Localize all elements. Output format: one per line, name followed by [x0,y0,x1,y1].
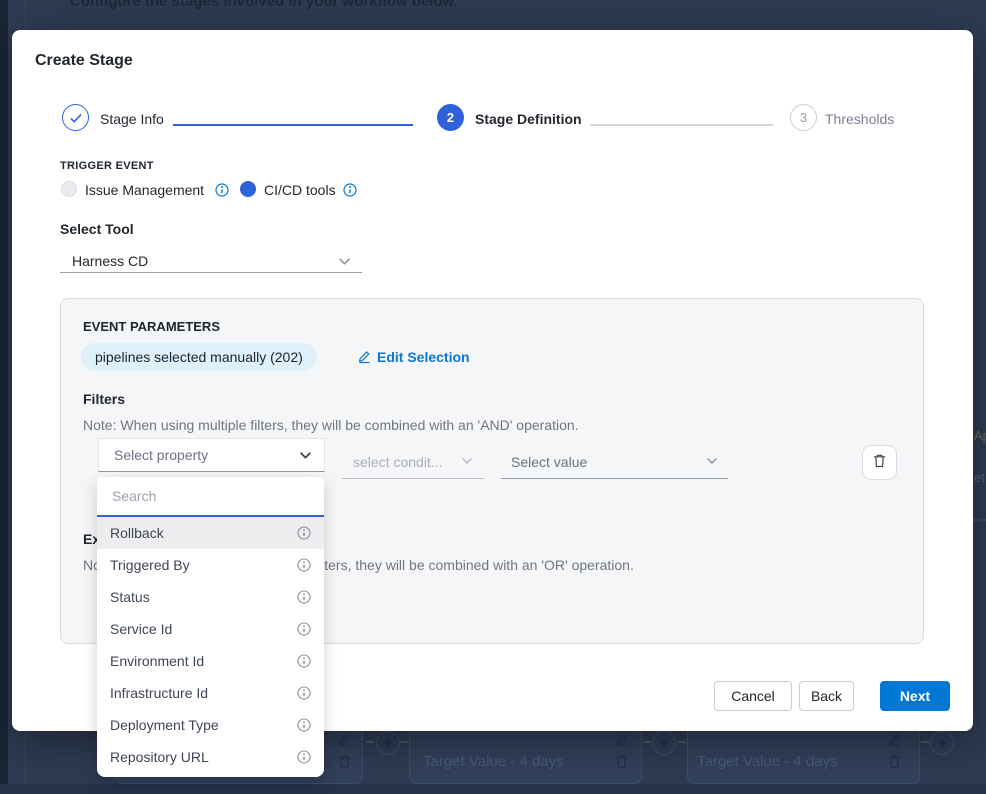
step-stage-info-label: Stage Info [100,111,164,127]
info-icon[interactable] [297,750,311,764]
trash-icon [337,754,352,773]
step-thresholds-label: Thresholds [825,111,894,127]
dropdown-item-label: Status [110,589,150,605]
dropdown-item-infrastructure-id[interactable]: Infrastructure Id [97,677,324,709]
dashed-connector [643,741,651,743]
edit-pencil-icon [357,349,372,367]
dropdown-item-label: Repository URL [110,749,209,765]
search-input[interactable] [110,487,311,505]
info-icon[interactable] [297,526,311,540]
edit-pencil-icon [614,732,629,750]
dropdown-item-triggered-by[interactable]: Triggered By [97,549,324,581]
backdrop-left-strip [0,0,8,794]
trigger-event-heading: TRIGGER EVENT [60,160,154,172]
back-button[interactable]: Back [799,681,854,711]
info-icon[interactable] [297,654,311,668]
radio-issue-management[interactable] [61,181,77,197]
next-button[interactable]: Next [880,681,950,711]
select-property-combobox[interactable]: Select property [98,438,325,472]
backdrop-card-label: Target Value - 4 days [697,753,838,770]
info-icon[interactable] [297,590,311,604]
dropdown-item-deployment-type[interactable]: Deployment Type [97,709,324,741]
dropdown-item-label: Deployment Type [110,717,219,733]
step-stage-definition-label: Stage Definition [475,111,582,127]
dropdown-item-rollback[interactable]: Rollback [97,517,324,549]
edit-pencil-icon [887,732,902,750]
select-condition-combobox[interactable]: select condit... [353,454,443,470]
selection-badge: pipelines selected manually (202) [81,343,317,371]
info-icon[interactable] [215,183,229,197]
modal-title: Create Stage [35,52,133,70]
dropdown-item-repository-url[interactable]: Repository URL [97,741,324,773]
plus-icon: + [930,731,954,755]
backdrop-fragment: Ap [974,428,986,443]
delete-filter-button[interactable] [862,445,897,480]
step-stage-definition-circle[interactable]: 2 [437,104,464,131]
dashed-connector [400,741,408,743]
plus-icon: + [652,731,676,755]
select-tool-value[interactable]: Harness CD [72,253,148,269]
radio-issue-management-label[interactable]: Issue Management [85,182,204,198]
select-tool-label: Select Tool [60,221,134,237]
plus-icon: + [376,731,400,755]
backdrop-fragment: et [974,470,985,485]
chevron-down-icon[interactable] [706,457,718,465]
dropdown-item-label: Triggered By [110,557,190,573]
step-number: 2 [447,110,454,125]
create-stage-screen: Configure the stages involved in your wo… [0,0,986,794]
info-icon[interactable] [297,558,311,572]
dashed-connector [972,519,986,521]
select-property-placeholder: Select property [114,447,208,463]
edit-pencil-icon [337,732,352,750]
chevron-down-icon[interactable] [338,257,351,266]
select-condition-underline [342,478,484,479]
step-stage-info-circle[interactable] [62,104,89,131]
chevron-down-icon[interactable] [461,457,473,465]
property-dropdown-menu: Rollback Triggered By Status Service Id … [97,477,324,777]
radio-cicd-tools[interactable] [240,181,256,197]
step-number: 3 [800,110,807,125]
dropdown-search [97,477,324,517]
dropdown-item-label: Rollback [110,525,164,541]
stepper-connector [173,124,413,126]
cancel-button[interactable]: Cancel [714,681,792,711]
dropdown-item-service-id[interactable]: Service Id [97,613,324,645]
info-icon[interactable] [297,718,311,732]
dropdown-item-label: Infrastructure Id [110,685,208,701]
select-value-combobox[interactable]: Select value [511,454,587,470]
trash-icon [872,453,887,472]
step-thresholds-circle[interactable]: 3 [790,104,817,131]
radio-cicd-tools-label[interactable]: CI/CD tools [264,182,336,198]
info-icon[interactable] [297,622,311,636]
trash-icon [887,754,902,773]
dropdown-item-environment-id[interactable]: Environment Id [97,645,324,677]
dashed-connector [678,741,686,743]
backdrop-bottom-bar [0,784,986,794]
select-tool-underline [60,272,362,273]
filters-note: Note: When using multiple filters, they … [83,417,579,433]
check-icon [69,112,83,124]
chevron-down-icon [299,451,312,460]
trash-icon [614,754,629,773]
dropdown-item-label: Environment Id [110,653,204,669]
edit-selection-link[interactable]: Edit Selection [377,349,470,365]
select-value-underline [501,478,728,479]
info-icon[interactable] [297,686,311,700]
event-parameters-heading: EVENT PARAMETERS [83,319,220,334]
backdrop-heading: Configure the stages involved in your wo… [70,0,458,10]
dashed-connector [366,741,374,743]
dropdown-item-status[interactable]: Status [97,581,324,613]
filters-heading: Filters [83,391,125,407]
backdrop-card-label: Target Value - 4 days [423,753,564,770]
info-icon[interactable] [343,183,357,197]
stepper-connector [590,124,773,126]
dropdown-item-label: Service Id [110,621,172,637]
dashed-connector [921,741,929,743]
